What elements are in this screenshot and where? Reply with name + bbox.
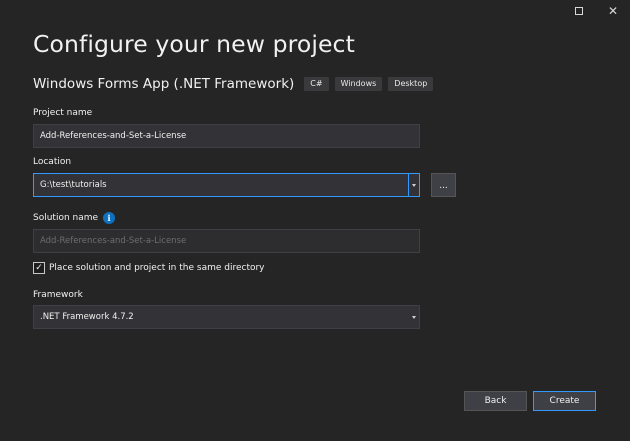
close-button[interactable]: ✕ (596, 0, 630, 22)
same-directory-option[interactable]: ✓ Place solution and project in the same… (33, 262, 265, 274)
location-dropdown-button[interactable] (408, 174, 419, 196)
template-name: Windows Forms App (.NET Framework) (33, 76, 295, 92)
tag-language: C# (304, 77, 329, 91)
project-name-input[interactable]: Add-References-and-Set-a-License (33, 124, 420, 148)
solution-name-placeholder: Add-References-and-Set-a-License (40, 236, 187, 246)
tag-platform: Windows (334, 77, 383, 91)
framework-value: .NET Framework 4.7.2 (40, 312, 134, 322)
framework-label: Framework (33, 290, 83, 300)
same-directory-label: Place solution and project in the same d… (49, 263, 265, 273)
create-button[interactable]: Create (533, 391, 596, 411)
checkmark-icon: ✓ (35, 262, 43, 273)
solution-name-input[interactable]: Add-References-and-Set-a-License (33, 229, 420, 253)
solution-name-label-row: Solution name i (33, 212, 116, 224)
maximize-button[interactable] (562, 0, 596, 22)
page-title: Configure your new project (33, 30, 355, 58)
framework-select[interactable]: .NET Framework 4.7.2 (33, 305, 420, 329)
back-button[interactable]: Back (464, 391, 527, 411)
location-value: G:\test\tutorials (40, 180, 107, 190)
configure-project-dialog: ✕ Configure your new project Windows For… (0, 0, 630, 441)
project-name-value: Add-References-and-Set-a-License (40, 131, 187, 141)
info-icon[interactable]: i (103, 212, 116, 224)
template-info: Windows Forms App (.NET Framework) C# Wi… (33, 76, 439, 92)
location-combobox[interactable]: G:\test\tutorials (33, 173, 420, 197)
framework-dropdown-button[interactable] (408, 306, 419, 328)
project-name-label: Project name (33, 108, 93, 118)
chevron-down-icon (412, 183, 416, 187)
tag-project-type: Desktop (388, 77, 434, 91)
close-icon: ✕ (607, 4, 619, 18)
maximize-icon (575, 7, 583, 15)
browse-button[interactable]: ... (431, 173, 456, 197)
solution-name-label: Solution name (33, 213, 99, 223)
same-directory-checkbox[interactable]: ✓ (33, 262, 45, 274)
location-label: Location (33, 157, 72, 167)
chevron-down-icon (411, 315, 416, 319)
